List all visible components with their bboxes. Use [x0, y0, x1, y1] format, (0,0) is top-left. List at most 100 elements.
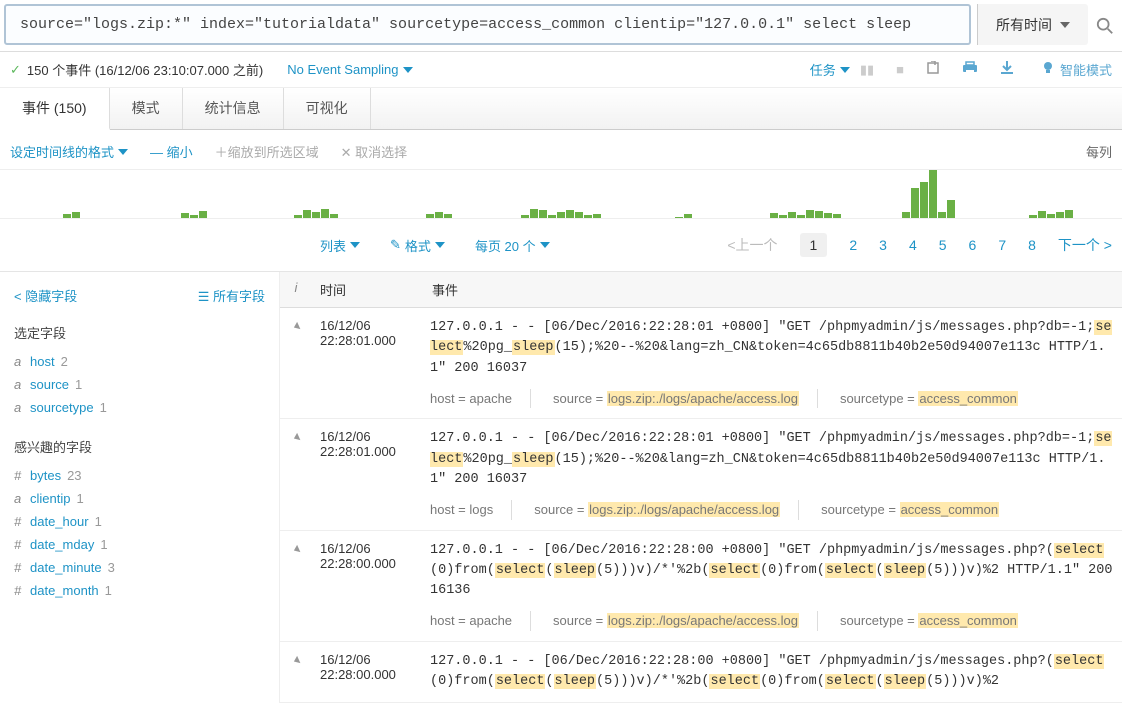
chevron-down-icon: [118, 147, 128, 157]
page-3[interactable]: 3: [879, 237, 887, 253]
expand-row[interactable]: ▸: [280, 419, 312, 529]
event-row: ▸16/12/0622:28:01.000127.0.0.1 - - [06/D…: [280, 419, 1122, 530]
zoom-to-selection: ＋缩放到所选区域: [215, 142, 319, 161]
chevron-down-icon: [435, 240, 445, 250]
format-dropdown[interactable]: ✎ 格式: [390, 236, 445, 255]
field-count: 3: [108, 560, 115, 575]
list-controls: 列表 ✎ 格式 每页 20 个 <上一个 12345678下一个 >: [0, 219, 1122, 272]
field-type: a: [14, 491, 30, 506]
job-toolbar: ▮▮ ■: [850, 61, 1024, 78]
event-count: 150 个事件 (16/12/06 23:10:07.000 之前): [27, 60, 263, 79]
search-icon[interactable]: [1088, 0, 1122, 51]
field-sourcetype[interactable]: asourcetype1: [14, 396, 265, 419]
smart-mode-label: 智能模式: [1060, 60, 1112, 79]
event-row: ▸16/12/0622:28:01.000127.0.0.1 - - [06/D…: [280, 308, 1122, 419]
fields-sidebar: < 隐藏字段 ☰ 所有字段 选定字段 ahost2asource1asource…: [0, 272, 280, 703]
tasks-label: 任务: [810, 60, 836, 79]
header-event[interactable]: 事件: [424, 272, 1122, 307]
field-name: date_mday: [30, 537, 94, 552]
per-column-label: 每列: [1086, 142, 1112, 161]
sampling-label: No Event Sampling: [287, 62, 398, 77]
timeline-format[interactable]: 设定时间线的格式: [10, 142, 128, 161]
tab-patterns[interactable]: 模式: [110, 88, 183, 129]
timeline-chart[interactable]: [0, 169, 1122, 219]
event-meta: host = apachesource = logs.zip:./logs/ap…: [430, 389, 1114, 409]
field-name: bytes: [30, 468, 61, 483]
sampling-dropdown[interactable]: No Event Sampling: [287, 62, 412, 77]
event-row: ▸16/12/0622:28:00.000127.0.0.1 - - [06/D…: [280, 531, 1122, 642]
field-count: 2: [61, 354, 68, 369]
search-input[interactable]: source="logs.zip:*" index="tutorialdata"…: [4, 4, 971, 45]
field-clientip[interactable]: aclientip1: [14, 487, 265, 510]
events-table: i 时间 事件 ▸16/12/0622:28:01.000127.0.0.1 -…: [280, 272, 1122, 703]
field-host[interactable]: ahost 2: [14, 350, 265, 373]
event-raw[interactable]: 127.0.0.1 - - [06/Dec/2016:22:28:01 +080…: [424, 419, 1122, 529]
expand-row[interactable]: ▸: [280, 531, 312, 641]
tasks-dropdown[interactable]: 任务: [810, 60, 850, 79]
pause-icon[interactable]: ▮▮: [860, 62, 874, 78]
share-icon[interactable]: [926, 61, 940, 78]
tab-events[interactable]: 事件 (150): [0, 88, 110, 130]
events-header: i 时间 事件: [280, 272, 1122, 308]
field-count: 1: [100, 537, 107, 552]
field-count: 23: [67, 468, 81, 483]
stop-icon[interactable]: ■: [896, 62, 904, 77]
timeline-controls: 设定时间线的格式 — 缩小 ＋缩放到所选区域 ✕ 取消选择 每列: [0, 130, 1122, 169]
field-date_minute[interactable]: #date_minute 3: [14, 556, 265, 579]
tab-statistics[interactable]: 统计信息: [183, 88, 284, 129]
pager-next[interactable]: 下一个 >: [1058, 235, 1112, 255]
deselect: ✕ 取消选择: [341, 142, 408, 161]
field-name: date_hour: [30, 514, 89, 529]
tab-visualization[interactable]: 可视化: [284, 88, 371, 129]
bulb-icon: [1042, 61, 1054, 78]
field-name: date_minute: [30, 560, 102, 575]
field-type: #: [14, 514, 30, 529]
field-count: 1: [100, 400, 107, 415]
list-icon: ☰: [198, 289, 213, 304]
result-tabs: 事件 (150) 模式 统计信息 可视化: [0, 88, 1122, 130]
search-bar: source="logs.zip:*" index="tutorialdata"…: [0, 0, 1122, 52]
time-range-picker[interactable]: 所有时间: [977, 4, 1088, 45]
field-bytes[interactable]: #bytes23: [14, 464, 265, 487]
page-7[interactable]: 7: [998, 237, 1006, 253]
per-page-dropdown[interactable]: 每页 20 个: [475, 236, 550, 255]
main-content: < 隐藏字段 ☰ 所有字段 选定字段 ahost2asource1asource…: [0, 272, 1122, 703]
chevron-down-icon: [350, 240, 360, 250]
time-range-label: 所有时间: [996, 15, 1052, 35]
field-date_mday[interactable]: #date_mday1: [14, 533, 265, 556]
field-date_hour[interactable]: #date_hour 1: [14, 510, 265, 533]
field-count: 1: [95, 514, 102, 529]
expand-row[interactable]: ▸: [280, 642, 312, 703]
field-source[interactable]: asource1: [14, 373, 265, 396]
zoom-out[interactable]: — 缩小: [150, 142, 193, 161]
event-raw[interactable]: 127.0.0.1 - - [06/Dec/2016:22:28:00 +080…: [424, 642, 1122, 703]
print-icon[interactable]: [962, 61, 978, 78]
expand-row[interactable]: ▸: [280, 308, 312, 418]
field-name: host: [30, 354, 55, 369]
header-time[interactable]: 时间: [312, 272, 424, 307]
page-4[interactable]: 4: [909, 237, 917, 253]
event-meta: host = logssource = logs.zip:./logs/apac…: [430, 500, 1114, 520]
page-1[interactable]: 1: [800, 233, 828, 257]
page-8[interactable]: 8: [1028, 237, 1036, 253]
page-2[interactable]: 2: [849, 237, 857, 253]
list-view-dropdown[interactable]: 列表: [320, 236, 360, 255]
event-row: ▸16/12/0622:28:00.000127.0.0.1 - - [06/D…: [280, 642, 1122, 704]
event-raw[interactable]: 127.0.0.1 - - [06/Dec/2016:22:28:01 +080…: [424, 308, 1122, 418]
interesting-fields-title: 感兴趣的字段: [14, 437, 265, 456]
all-fields[interactable]: ☰ 所有字段: [198, 286, 265, 305]
event-raw[interactable]: 127.0.0.1 - - [06/Dec/2016:22:28:00 +080…: [424, 531, 1122, 641]
event-time: 16/12/0622:28:01.000: [312, 419, 424, 529]
event-meta: host = apachesource = logs.zip:./logs/ap…: [430, 611, 1114, 631]
field-type: a: [14, 354, 30, 369]
smart-mode[interactable]: 智能模式: [1042, 60, 1112, 79]
hide-fields[interactable]: < 隐藏字段: [14, 286, 77, 305]
download-icon[interactable]: [1000, 61, 1014, 78]
event-time: 16/12/0622:28:00.000: [312, 642, 424, 703]
page-6[interactable]: 6: [969, 237, 977, 253]
field-type: #: [14, 560, 30, 575]
chevron-down-icon: [1060, 20, 1070, 30]
field-date_month[interactable]: #date_month1: [14, 579, 265, 602]
field-name: source: [30, 377, 69, 392]
page-5[interactable]: 5: [939, 237, 947, 253]
